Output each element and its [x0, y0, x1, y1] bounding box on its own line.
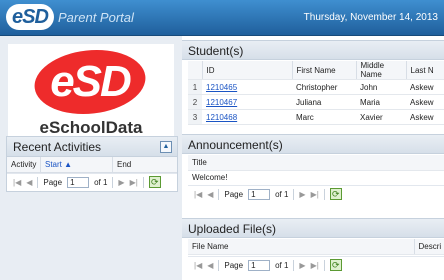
portal-title: Parent Portal	[58, 10, 134, 25]
pager-separator	[218, 188, 220, 200]
refresh-icon[interactable]: ⟳	[329, 188, 342, 200]
prev-page-icon[interactable]: ◀	[207, 261, 213, 270]
column-header-description[interactable]: Descri	[414, 239, 444, 255]
next-page-icon[interactable]: ▶	[299, 190, 305, 199]
column-header-activity[interactable]: Activity	[7, 157, 41, 172]
row-number: 3	[188, 109, 202, 125]
pager: |◀ ◀ Page 1 of 1 ▶ ▶| ⟳	[188, 256, 444, 273]
last-name-cell: Askew	[406, 109, 444, 125]
row-number: 1	[188, 79, 202, 95]
pager-separator	[112, 176, 114, 188]
collapse-icon[interactable]: ▲	[160, 141, 172, 153]
page-number-input[interactable]: 1	[67, 176, 90, 188]
esd-big-logo-text: eSD	[50, 57, 132, 106]
student-id-link[interactable]: 1210467	[206, 98, 237, 107]
first-page-icon[interactable]: |◀	[194, 261, 202, 270]
column-header-start[interactable]: Start ▲	[41, 157, 113, 172]
students-table: ID First Name Middle Name Last N 1 12104…	[188, 61, 444, 125]
left-sidebar: eSD eSchoolData Recent Activities ▲ Acti…	[0, 36, 182, 280]
announcements-header: Announcement(s)	[182, 134, 444, 154]
current-date: Thursday, November 14, 2013	[303, 12, 438, 23]
first-page-icon[interactable]: |◀	[13, 178, 21, 187]
students-header: Student(s)	[182, 40, 444, 60]
middle-name-cell: Xavier	[356, 109, 406, 125]
row-number-header	[188, 61, 203, 80]
brand-area: eSD eSchoolData	[8, 44, 174, 140]
column-header-middle-name[interactable]: Middle Name	[356, 61, 407, 80]
student-id-link[interactable]: 1210465	[206, 83, 237, 92]
page-label: Page	[43, 177, 63, 187]
refresh-icon[interactable]: ⟳	[148, 176, 161, 188]
page-count: of 1	[275, 189, 289, 199]
pager-separator	[218, 259, 220, 271]
pager: |◀ ◀ Page 1 of 1 ▶ ▶| ⟳	[188, 185, 444, 202]
column-header-end[interactable]: End	[113, 157, 177, 172]
student-id-link[interactable]: 1210468	[206, 113, 237, 122]
table-row[interactable]: 1 1210465 Christopher John Askew	[188, 79, 444, 95]
column-header-id[interactable]: ID	[202, 61, 293, 80]
student-id-cell: 1210465	[202, 79, 292, 95]
pager: |◀ ◀ Page 1 of 1 ▶ ▶| ⟳	[7, 173, 177, 190]
middle-name-cell: John	[356, 79, 406, 95]
refresh-icon[interactable]: ⟳	[329, 259, 342, 271]
row-number: 2	[188, 94, 202, 110]
brand-name: eSchoolData	[39, 118, 143, 137]
column-header-start-label: Start	[45, 160, 62, 169]
prev-page-icon[interactable]: ◀	[26, 178, 32, 187]
uploaded-files-header: Uploaded File(s)	[182, 218, 444, 238]
pager-separator	[293, 259, 295, 271]
esd-logo: eSD	[6, 4, 54, 30]
next-page-icon[interactable]: ▶	[118, 178, 124, 187]
first-page-icon[interactable]: |◀	[194, 190, 202, 199]
column-headers: Activity Start ▲ End	[7, 157, 177, 173]
pager-separator	[323, 188, 325, 200]
sort-ascending-icon: ▲	[64, 160, 73, 169]
pager-separator	[293, 188, 295, 200]
next-page-icon[interactable]: ▶	[299, 261, 305, 270]
student-id-cell: 1210467	[202, 94, 292, 110]
column-header-file-name[interactable]: File Name	[188, 239, 415, 255]
column-header-title[interactable]: Title	[188, 155, 444, 171]
column-header-first-name[interactable]: First Name	[292, 61, 357, 80]
page-number-input[interactable]: 1	[248, 259, 271, 271]
page-label: Page	[224, 189, 244, 199]
first-name-cell: Christopher	[292, 79, 356, 95]
panel-title: Recent Activities	[7, 137, 177, 157]
page-count: of 1	[94, 177, 108, 187]
top-bar: eSD Parent Portal Thursday, November 14,…	[0, 0, 444, 36]
last-page-icon[interactable]: ▶|	[311, 190, 319, 199]
first-name-cell: Juliana	[292, 94, 356, 110]
column-header-last-name[interactable]: Last N	[406, 61, 444, 80]
last-name-cell: Askew	[406, 79, 444, 95]
pager-separator	[142, 176, 144, 188]
pager-separator	[323, 259, 325, 271]
table-row[interactable]: Welcome!	[188, 170, 444, 186]
page-count: of 1	[275, 260, 289, 270]
table-row[interactable]: 2 1210467 Juliana Maria Askew	[188, 94, 444, 110]
page-number-input[interactable]: 1	[248, 188, 271, 200]
last-page-icon[interactable]: ▶|	[130, 178, 138, 187]
first-name-cell: Marc	[292, 109, 356, 125]
page-label: Page	[224, 260, 244, 270]
last-page-icon[interactable]: ▶|	[311, 261, 319, 270]
table-row[interactable]: 3 1210468 Marc Xavier Askew	[188, 109, 444, 125]
student-id-cell: 1210468	[202, 109, 292, 125]
announcements-table: Title Welcome!	[188, 155, 444, 186]
recent-activities-panel: Recent Activities ▲ Activity Start ▲ End…	[6, 136, 178, 192]
announcement-title: Welcome!	[188, 170, 444, 186]
middle-name-cell: Maria	[356, 94, 406, 110]
pager-separator	[37, 176, 39, 188]
uploaded-files-table: File Name Descri	[188, 239, 444, 255]
last-name-cell: Askew	[406, 94, 444, 110]
prev-page-icon[interactable]: ◀	[207, 190, 213, 199]
